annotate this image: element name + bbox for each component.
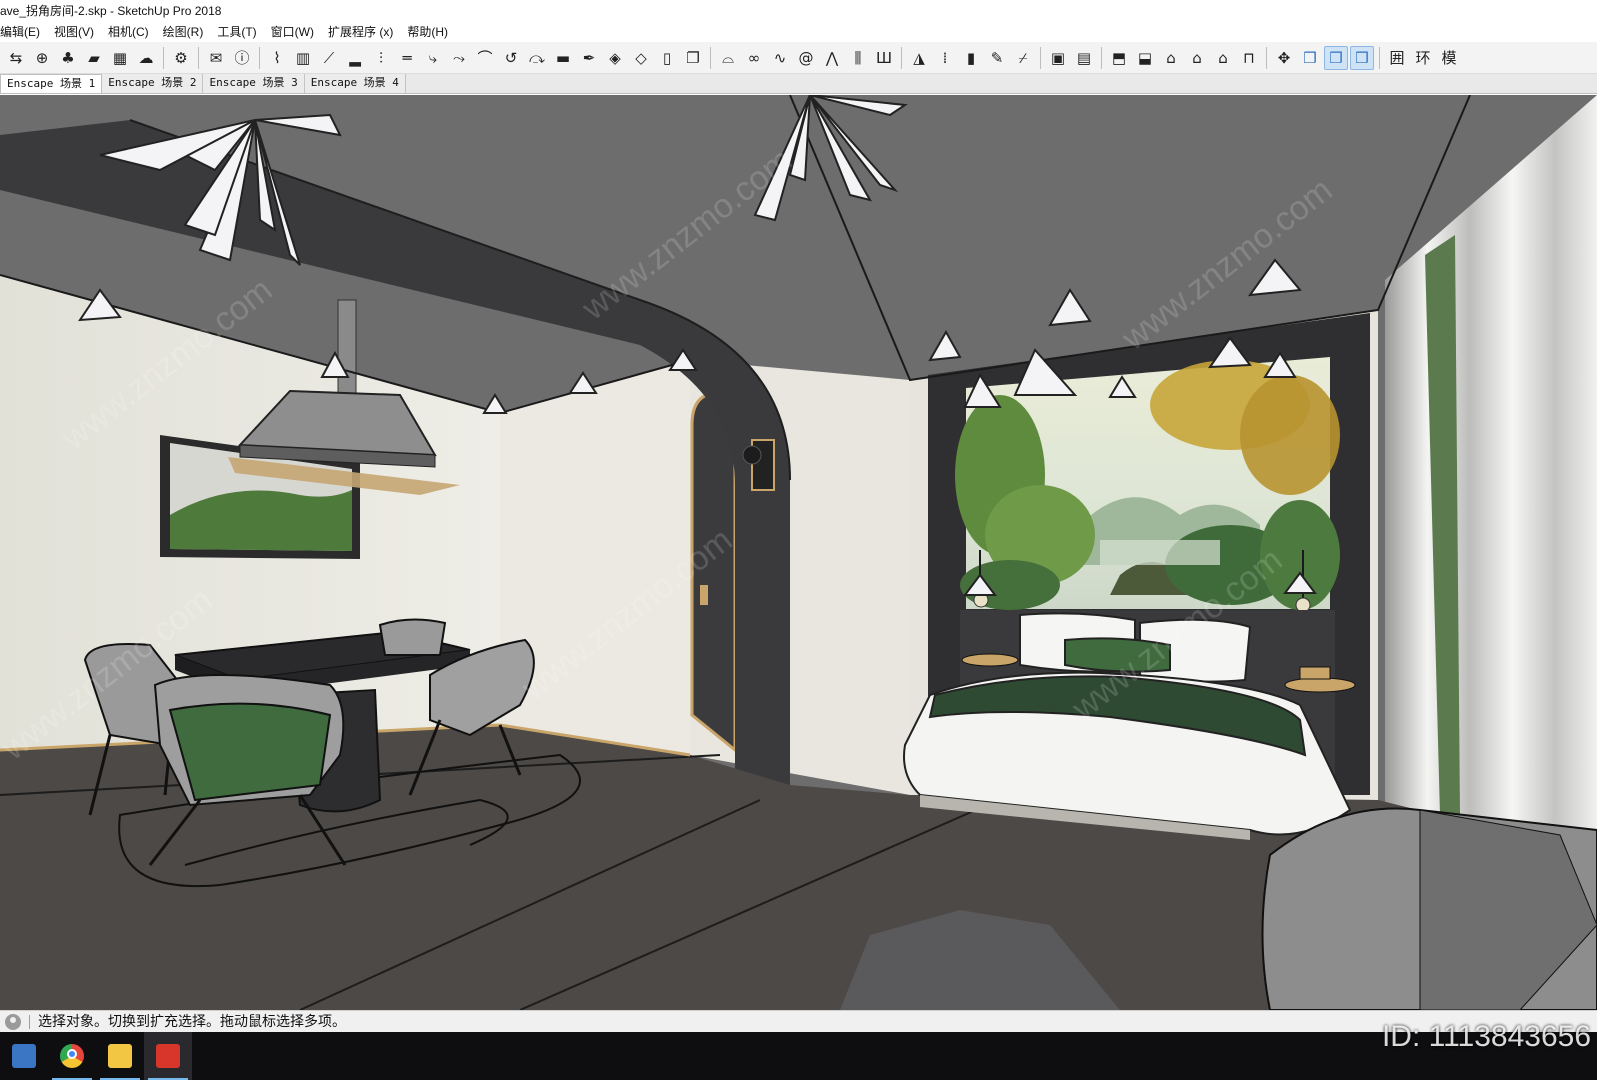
status-divider	[29, 1014, 30, 1029]
menu-bar: 编辑(E) 视图(V) 相机(C) 绘图(R) 工具(T) 窗口(W) 扩展程序…	[0, 22, 1597, 42]
toolbar-separator	[901, 46, 902, 69]
cloud-upload-icon[interactable]: ☁	[134, 46, 158, 70]
room-render	[0, 95, 1597, 1010]
wave-icon[interactable]: ∿	[768, 46, 792, 70]
chain-icon[interactable]: ∞	[742, 46, 766, 70]
fold-icon[interactable]: ⋀	[820, 46, 844, 70]
toolbar-separator	[1379, 46, 1380, 69]
nightstand-left	[961, 653, 1019, 667]
house-icon[interactable]: ⌂	[1159, 46, 1183, 70]
bend-icon[interactable]: ⤳	[447, 46, 471, 70]
copy-icon[interactable]: ❐	[681, 46, 705, 70]
info-icon[interactable]: ⓘ	[230, 46, 254, 70]
watermark-id: ID: 1113843656	[1381, 1020, 1591, 1053]
tab-scene-2[interactable]: Enscape 场景 2	[102, 74, 204, 93]
cube-active-icon[interactable]: ❒	[1324, 45, 1348, 70]
checker-icon[interactable]: ▦	[108, 46, 132, 70]
house-outline-icon[interactable]: ⌂	[1211, 46, 1235, 70]
ramp-icon[interactable]: ⟋	[317, 46, 341, 70]
menu-camera[interactable]: 相机(C)	[101, 22, 156, 42]
panel-icon[interactable]: ▮	[959, 46, 983, 70]
door-handle	[700, 585, 708, 605]
colonnade-icon[interactable]: Ш	[872, 46, 896, 70]
chrome-icon[interactable]	[48, 1032, 96, 1080]
status-text: 选择对象。切换到扩充选择。拖动鼠标选择多项。	[38, 1013, 346, 1029]
tree-icon[interactable]: ♣	[56, 46, 80, 70]
rail-icon[interactable]: ⫶	[369, 46, 393, 70]
pen-icon[interactable]: ✒	[577, 46, 601, 70]
arch-icon[interactable]: ⌒	[473, 46, 497, 70]
calculator-icon[interactable]	[0, 1032, 48, 1080]
box-alt-icon[interactable]: ⬓	[1133, 46, 1157, 70]
file-explorer-icon[interactable]	[96, 1032, 144, 1080]
bed	[903, 610, 1352, 840]
foreground-armchair	[1261, 807, 1597, 1010]
sketchup-icon[interactable]	[144, 1032, 192, 1080]
env-icon[interactable]: 环	[1411, 46, 1435, 70]
table-icon[interactable]: 囲	[1385, 46, 1409, 70]
export-icon[interactable]: ⇆	[4, 46, 28, 70]
slab-icon[interactable]: ▬	[551, 46, 575, 70]
toolbar-separator	[1101, 46, 1102, 69]
window-title: ave_拐角房间-2.skp - SketchUp Pro 2018	[0, 0, 1597, 22]
beam-icon[interactable]: ═	[395, 46, 419, 70]
bars-chart-icon[interactable]: ▂	[343, 46, 367, 70]
mirror-icon[interactable]: ◮	[907, 46, 931, 70]
toolbar-separator	[1266, 46, 1267, 69]
hook-icon[interactable]: ⤼	[525, 46, 549, 70]
chair-grey-back	[378, 618, 447, 656]
box-icon[interactable]: ⬒	[1107, 46, 1131, 70]
menu-view[interactable]: 视图(V)	[47, 22, 101, 42]
column-icon[interactable]: ▥	[291, 46, 315, 70]
mail-icon[interactable]: ✉	[204, 46, 228, 70]
add-circle-icon[interactable]: ⊕	[30, 46, 54, 70]
model-viewport[interactable]: www.znzmo.com www.znzmo.com www.znzmo.co…	[0, 95, 1597, 1010]
render-alt-icon[interactable]: ▤	[1072, 46, 1096, 70]
shed-icon[interactable]: ⊓	[1237, 46, 1261, 70]
stack-icon[interactable]: ◈	[603, 46, 627, 70]
toolbar-separator	[198, 46, 199, 69]
tab-scene-3[interactable]: Enscape 场景 3	[203, 74, 305, 93]
toolbar-separator	[259, 46, 260, 69]
house-alt-icon[interactable]: ⌂	[1185, 46, 1209, 70]
gear-icon[interactable]: ⚙	[169, 46, 193, 70]
cube-active-alt-icon[interactable]: ❒	[1350, 45, 1374, 70]
layers-icon[interactable]: ▰	[82, 46, 106, 70]
toolbar-separator	[1040, 46, 1041, 69]
menu-window[interactable]: 窗口(W)	[264, 22, 321, 42]
menu-edit[interactable]: 编辑(E)	[0, 22, 47, 42]
taskbar	[0, 1032, 1597, 1080]
menu-help[interactable]: 帮助(H)	[400, 22, 455, 42]
brush-icon[interactable]: ⌿	[1011, 46, 1035, 70]
fence-icon[interactable]: ⫼	[846, 46, 870, 70]
door-icon[interactable]: ▯	[655, 46, 679, 70]
layers-alt-icon[interactable]: ◇	[629, 46, 653, 70]
model-icon[interactable]: 模	[1437, 46, 1461, 70]
menu-extensions[interactable]: 扩展程序 (x)	[321, 22, 400, 42]
scene-tab-bar: Enscape 场景 1 Enscape 场景 2 Enscape 场景 3 E…	[0, 74, 1597, 94]
stair-icon[interactable]: ⌇	[265, 46, 289, 70]
render-icon[interactable]: ▣	[1046, 46, 1070, 70]
tab-scene-1[interactable]: Enscape 场景 1	[0, 74, 103, 93]
curve-tool-icon[interactable]: ⤷	[421, 46, 445, 70]
toolbar-separator	[710, 46, 711, 69]
user-status-icon[interactable]	[5, 1013, 21, 1030]
status-bar: 选择对象。切换到扩充选择。拖动鼠标选择多项。	[0, 1010, 1597, 1032]
loop-icon[interactable]: ↺	[499, 46, 523, 70]
menu-tools[interactable]: 工具(T)	[210, 22, 263, 42]
spiral-icon[interactable]: @	[794, 46, 818, 70]
grid-dots-icon[interactable]: ⁞	[933, 46, 957, 70]
menu-draw[interactable]: 绘图(R)	[156, 22, 211, 42]
tab-scene-4[interactable]: Enscape 场景 4	[304, 74, 406, 93]
pencil-icon[interactable]: ✎	[985, 46, 1009, 70]
move-icon[interactable]: ✥	[1272, 46, 1296, 70]
cube-icon[interactable]: ❒	[1298, 46, 1322, 70]
toolbar-separator	[163, 46, 164, 69]
arc-icon[interactable]: ⌓	[716, 46, 740, 70]
main-toolbar: ⇆ ⊕ ♣ ▰ ▦ ☁ ⚙ ✉ ⓘ ⌇ ▥ ⟋ ▂ ⫶ ═ ⤷ ⤳ ⌒ ↺ ⤼ ▬ ✒ ◈ ◇ ▯ ❐ ⌓ ∞ ∿ @ ⋀ ⫼ Ш ◮ ⁞ ▮ ✎ ⌿ ▣ ▤…	[0, 42, 1597, 74]
